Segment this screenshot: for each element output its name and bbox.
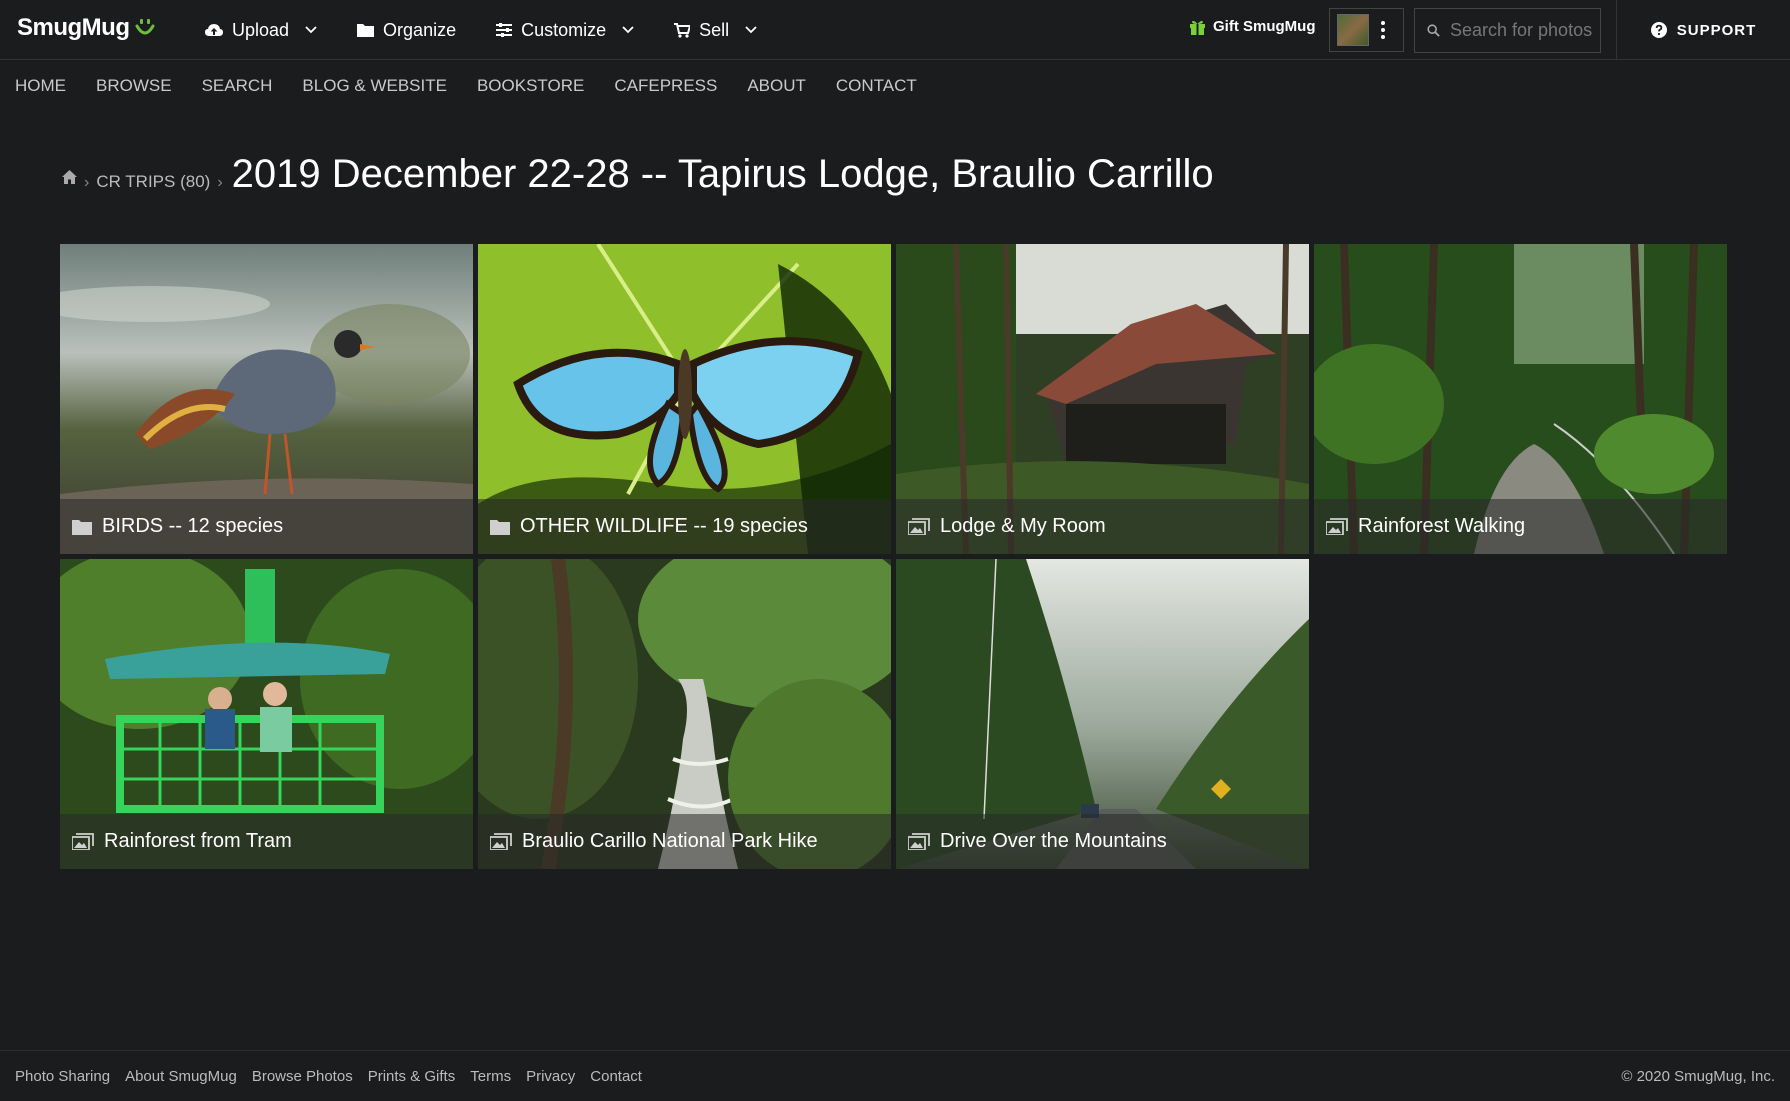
breadcrumb: › CR TRIPS (80) › 2019 December 22-28 --… [62,152,1214,197]
tile-caption: OTHER WILDLIFE -- 19 species [478,499,891,554]
nav-blog-website[interactable]: BLOG & WEBSITE [302,76,447,96]
logo-text: SmugMug [17,14,130,41]
nav-bookstore[interactable]: BOOKSTORE [477,76,584,96]
support-label: SUPPORT [1676,21,1757,39]
tile-label: Drive Over the Mountains [940,830,1167,852]
gallery-icon [1326,518,1348,535]
top-navigation: Upload Organize Customize Sell [205,0,797,60]
tile-caption: Lodge & My Room [896,499,1309,554]
chevron-down-icon [305,26,317,34]
tile-caption: BIRDS -- 12 species [60,499,473,554]
gallery-icon [908,518,930,535]
support-button[interactable]: SUPPORT [1616,0,1790,60]
tile-caption: Braulio Carillo National Park Hike [478,814,891,869]
footer-link-terms[interactable]: Terms [470,1068,511,1085]
tile-label: Braulio Carillo National Park Hike [522,830,818,852]
tile-label: Rainforest Walking [1358,515,1526,537]
breadcrumb-separator-icon: › [84,174,90,191]
organize-label: Organize [383,19,457,40]
footer-link-photo-sharing[interactable]: Photo Sharing [15,1068,110,1085]
smugmug-smile-icon [135,19,155,35]
footer-link-prints-gifts[interactable]: Prints & Gifts [368,1068,456,1085]
upload-menu[interactable]: Upload [205,20,317,41]
gift-smugmug-button[interactable]: Gift SmugMug [1190,18,1315,35]
tile-label: Lodge & My Room [940,515,1106,537]
gift-icon [1190,20,1205,35]
sell-menu[interactable]: Sell [674,20,757,41]
footer: Photo Sharing About SmugMug Browse Photo… [0,1050,1790,1101]
avatar [1337,14,1369,46]
organize-menu[interactable]: Organize [357,20,456,41]
footer-link-privacy[interactable]: Privacy [526,1068,575,1085]
gallery-tile-rainforest-tram[interactable]: Rainforest from Tram [60,559,473,869]
home-icon[interactable] [62,170,77,189]
chevron-down-icon [622,26,634,34]
search-box [1414,8,1601,53]
folder-icon [490,519,510,535]
tile-caption: Rainforest from Tram [60,814,473,869]
customize-label: Customize [521,19,607,40]
gallery-icon [490,833,512,850]
top-bar: SmugMug Upload Organize Customize Sell G… [0,0,1790,60]
site-navigation: HOME BROWSE SEARCH BLOG & WEBSITE BOOKST… [15,76,947,96]
cart-icon [674,22,691,38]
more-vertical-icon [1381,21,1385,39]
breadcrumb-parent-link[interactable]: CR TRIPS (80) [96,172,210,192]
gallery-icon [908,833,930,850]
tile-label: OTHER WILDLIFE -- 19 species [520,515,808,537]
folder-icon [357,24,375,37]
customize-menu[interactable]: Customize [496,20,634,41]
smugmug-logo[interactable]: SmugMug [17,14,157,42]
copyright: © 2020 SmugMug, Inc. [1621,1067,1775,1085]
sell-label: Sell [699,19,730,40]
nav-search[interactable]: SEARCH [202,76,273,96]
gallery-tile-birds[interactable]: BIRDS -- 12 species [60,244,473,554]
page-title: 2019 December 22-28 -- Tapirus Lodge, Br… [231,152,1214,196]
nav-browse[interactable]: BROWSE [96,76,172,96]
help-circle-icon [1650,22,1667,38]
tile-caption: Rainforest Walking [1314,499,1727,554]
nav-cafepress[interactable]: CAFEPRESS [614,76,717,96]
gallery-tile-lodge[interactable]: Lodge & My Room [896,244,1309,554]
folder-icon [72,519,92,535]
tile-label: BIRDS -- 12 species [102,515,284,537]
gallery-tile-rainforest-walking[interactable]: Rainforest Walking [1314,244,1727,554]
upload-label: Upload [232,19,290,40]
search-input[interactable] [1450,20,1600,41]
footer-link-browse-photos[interactable]: Browse Photos [252,1068,353,1085]
gallery-tile-drive-mountains[interactable]: Drive Over the Mountains [896,559,1309,869]
nav-contact[interactable]: CONTACT [836,76,917,96]
footer-link-about[interactable]: About SmugMug [125,1068,237,1085]
gift-label: Gift SmugMug [1213,18,1316,35]
breadcrumb-separator-icon: › [217,174,223,191]
nav-about[interactable]: ABOUT [747,76,806,96]
tile-label: Rainforest from Tram [104,830,292,852]
tile-caption: Drive Over the Mountains [896,814,1309,869]
footer-link-contact[interactable]: Contact [590,1068,642,1085]
gallery-icon [72,833,94,850]
search-icon [1427,24,1440,37]
gallery-tile-braulio-hike[interactable]: Braulio Carillo National Park Hike [478,559,891,869]
gallery-grid: BIRDS -- 12 species OTHER WILDLIFE -- 19… [60,244,1728,869]
gallery-tile-other-wildlife[interactable]: OTHER WILDLIFE -- 19 species [478,244,891,554]
chevron-down-icon [745,26,757,34]
sliders-icon [496,23,513,37]
cloud-upload-icon [205,24,223,36]
nav-home[interactable]: HOME [15,76,66,96]
account-menu[interactable] [1329,8,1404,52]
